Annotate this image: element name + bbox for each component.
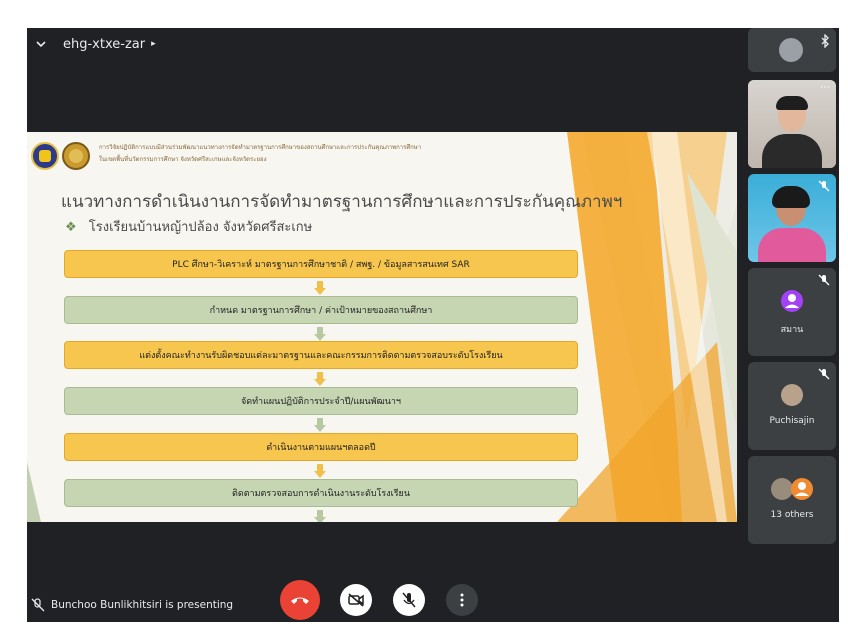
- seal-logo: [62, 142, 90, 170]
- avatar: [781, 290, 803, 312]
- more-vert-icon: [460, 593, 464, 607]
- camera-toggle-button[interactable]: [340, 584, 372, 616]
- hair: [776, 96, 808, 110]
- presenting-label: Bunchoo Bunlikhitsiri is presenting: [51, 599, 234, 611]
- end-call-button[interactable]: [280, 580, 320, 620]
- flow-arrow-icon: [314, 281, 326, 295]
- slide-header-line2: ในเขตพื้นที่นวัตกรรมการศึกษา จังหวัดศรีส…: [99, 156, 267, 163]
- participant-name: สมาน: [780, 325, 804, 335]
- participant-tile-puchisajin[interactable]: Puchisajin: [748, 362, 836, 450]
- diamond-bullet-icon: ❖: [65, 220, 77, 235]
- self-tile[interactable]: [748, 28, 836, 72]
- participant-name: Puchisajin: [769, 416, 815, 426]
- shirt: [762, 134, 822, 168]
- mic-toggle-button[interactable]: [393, 584, 425, 616]
- shared-slide: การวิจัยปฏิบัติการแบบมีส่วนร่วมพัฒนาแนวท…: [27, 132, 737, 522]
- meeting-code[interactable]: ehg-xtxe-zar: [63, 37, 145, 52]
- flow-step: ดำเนินงานตามแผนฯตลอดปี: [64, 433, 578, 461]
- video-tile-woman[interactable]: [748, 174, 836, 262]
- mic-off-icon: [818, 180, 830, 192]
- control-bar: Bunchoo Bunlikhitsiri is presenting: [27, 568, 839, 622]
- others-tile[interactable]: 13 others: [748, 456, 836, 544]
- mic-off-icon: [818, 368, 830, 380]
- flow-step: PLC ศึกษา-วิเคราะห์ มาตรฐานการศึกษาชาติ …: [64, 250, 578, 278]
- chevron-down-icon[interactable]: [29, 32, 53, 56]
- flow-step: ติดตามตรวจสอบการดำเนินงานระดับโรงเรียน: [64, 479, 578, 507]
- hair: [772, 186, 810, 208]
- expand-arrow-icon[interactable]: ▸: [151, 39, 156, 49]
- mic-off-icon: [402, 592, 416, 608]
- more-options-icon[interactable]: ⋯: [820, 82, 830, 93]
- flow-step: แต่งตั้งคณะทำงานรับผิดชอบแต่ละมาตรฐานและ…: [64, 341, 578, 369]
- bluetooth-icon: [821, 34, 829, 48]
- others-count: 13 others: [770, 510, 814, 520]
- avatar: [791, 478, 813, 500]
- flow-arrow-icon: [314, 418, 326, 432]
- presenting-status: Bunchoo Bunlikhitsiri is presenting: [31, 598, 233, 612]
- mic-off-icon: [818, 274, 830, 286]
- flow-step: จัดทำแผนปฏิบัติการประจำปี/แผนพัฒนาฯ: [64, 387, 578, 415]
- meet-window: ehg-xtxe-zar ▸ การวิจัยปฏิบัติการแบบมีส่…: [27, 28, 839, 622]
- more-options-button[interactable]: [446, 584, 478, 616]
- shirt: [758, 228, 826, 262]
- flow-step: กำหนด มาตรฐานการศึกษา / ค่าเป้าหมายของสถ…: [64, 296, 578, 324]
- flow-arrow-icon: [314, 327, 326, 341]
- end-call-icon: [291, 597, 309, 604]
- slide-subtitle-row: ❖ โรงเรียนบ้านหญ้าปล้อง จังหวัดศรีสะเกษ: [65, 216, 312, 237]
- avatar: [781, 384, 803, 406]
- avatar: [779, 38, 803, 62]
- flow-arrow-icon: [314, 464, 326, 478]
- slide-header: การวิจัยปฏิบัติการแบบมีส่วนร่วมพัฒนาแนวท…: [99, 142, 421, 166]
- participant-tile-samarn[interactable]: สมาน: [748, 268, 836, 356]
- flow-arrow-icon: [314, 372, 326, 386]
- flow-arrow-icon: [314, 510, 326, 522]
- slide-subtitle: โรงเรียนบ้านหญ้าปล้อง จังหวัดศรีสะเกษ: [88, 220, 313, 235]
- present-icon: [31, 598, 45, 612]
- video-tile-man[interactable]: ⋯: [748, 80, 836, 168]
- slide-title: แนวทางการดำเนินงานการจัดทำมาตรฐานการศึกษ…: [61, 192, 623, 212]
- avatar: [771, 478, 793, 500]
- camera-off-icon: [348, 593, 364, 607]
- school-logo: [31, 142, 59, 170]
- meeting-topbar: ehg-xtxe-zar ▸: [27, 28, 739, 60]
- slide-header-line1: การวิจัยปฏิบัติการแบบมีส่วนร่วมพัฒนาแนวท…: [99, 144, 422, 151]
